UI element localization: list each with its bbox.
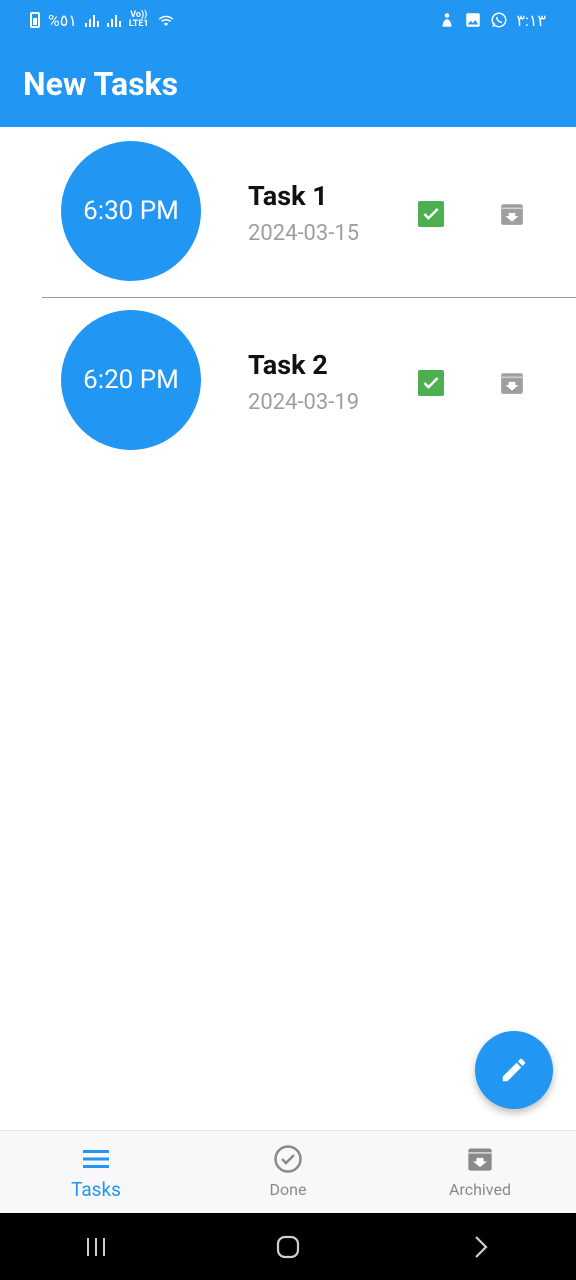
notification-app-icon — [442, 13, 452, 27]
nav-tasks-label: Tasks — [71, 1178, 121, 1201]
task-time-badge: 6:20 PM — [61, 310, 201, 450]
add-task-fab[interactable] — [475, 1031, 553, 1109]
mark-done-button[interactable] — [418, 370, 444, 396]
archive-button[interactable] — [499, 201, 525, 227]
signal-icon-2 — [106, 13, 121, 27]
home-icon — [276, 1235, 300, 1258]
mark-done-button[interactable] — [418, 201, 444, 227]
clock: ٣:١٣ — [516, 10, 546, 30]
nav-tasks[interactable]: Tasks — [0, 1131, 192, 1213]
battery-percent: %٥١ — [48, 10, 77, 30]
status-right: ٣:١٣ — [438, 11, 546, 30]
check-box-icon — [423, 208, 439, 220]
back-button[interactable] — [465, 1232, 495, 1262]
task-title: Task 2 — [248, 349, 328, 381]
check-box-icon — [423, 377, 439, 389]
edit-icon — [502, 1058, 526, 1082]
nav-archived-label: Archived — [449, 1180, 511, 1199]
recent-apps-icon — [87, 1237, 105, 1256]
bottom-navigation: Tasks Done Archived — [0, 1130, 576, 1213]
chevron-right-icon — [475, 1235, 488, 1258]
whatsapp-icon — [491, 12, 507, 28]
task-list: 6:30 PM Task 1 2024-03-15 6:20 PM Task 2… — [0, 127, 576, 465]
nav-done[interactable]: Done — [192, 1131, 384, 1213]
task-time-badge: 6:30 PM — [61, 141, 201, 281]
lte-label: LTE1 — [128, 19, 149, 29]
task-item[interactable]: 6:30 PM Task 1 2024-03-15 — [0, 127, 576, 296]
nav-done-label: Done — [269, 1180, 307, 1199]
volte-indicator: Vo)) LTE1 — [129, 11, 149, 29]
system-navigation-bar — [0, 1213, 576, 1280]
status-bar: %٥١ Vo)) LTE1 ٣:١٣ — [0, 0, 576, 40]
archive-button[interactable] — [499, 370, 525, 396]
nav-archived[interactable]: Archived — [384, 1131, 576, 1213]
task-date: 2024-03-19 — [248, 390, 360, 415]
archive-icon — [465, 1144, 495, 1174]
check-circle-icon — [273, 1144, 303, 1174]
task-date: 2024-03-15 — [248, 221, 360, 246]
page-title: New Tasks — [23, 64, 179, 103]
archive-icon — [501, 373, 523, 394]
app-bar: New Tasks — [0, 40, 576, 127]
wifi-icon — [158, 15, 173, 26]
menu-icon — [81, 1144, 111, 1174]
home-button[interactable] — [273, 1232, 303, 1262]
recent-apps-button[interactable] — [81, 1232, 111, 1262]
image-icon — [466, 13, 481, 27]
status-left: %٥١ Vo)) LTE1 — [30, 11, 175, 30]
task-item[interactable]: 6:20 PM Task 2 2024-03-19 — [0, 296, 576, 465]
battery-icon — [30, 12, 40, 28]
signal-icon — [84, 13, 99, 27]
archive-icon — [501, 204, 523, 225]
task-title: Task 1 — [248, 180, 328, 212]
